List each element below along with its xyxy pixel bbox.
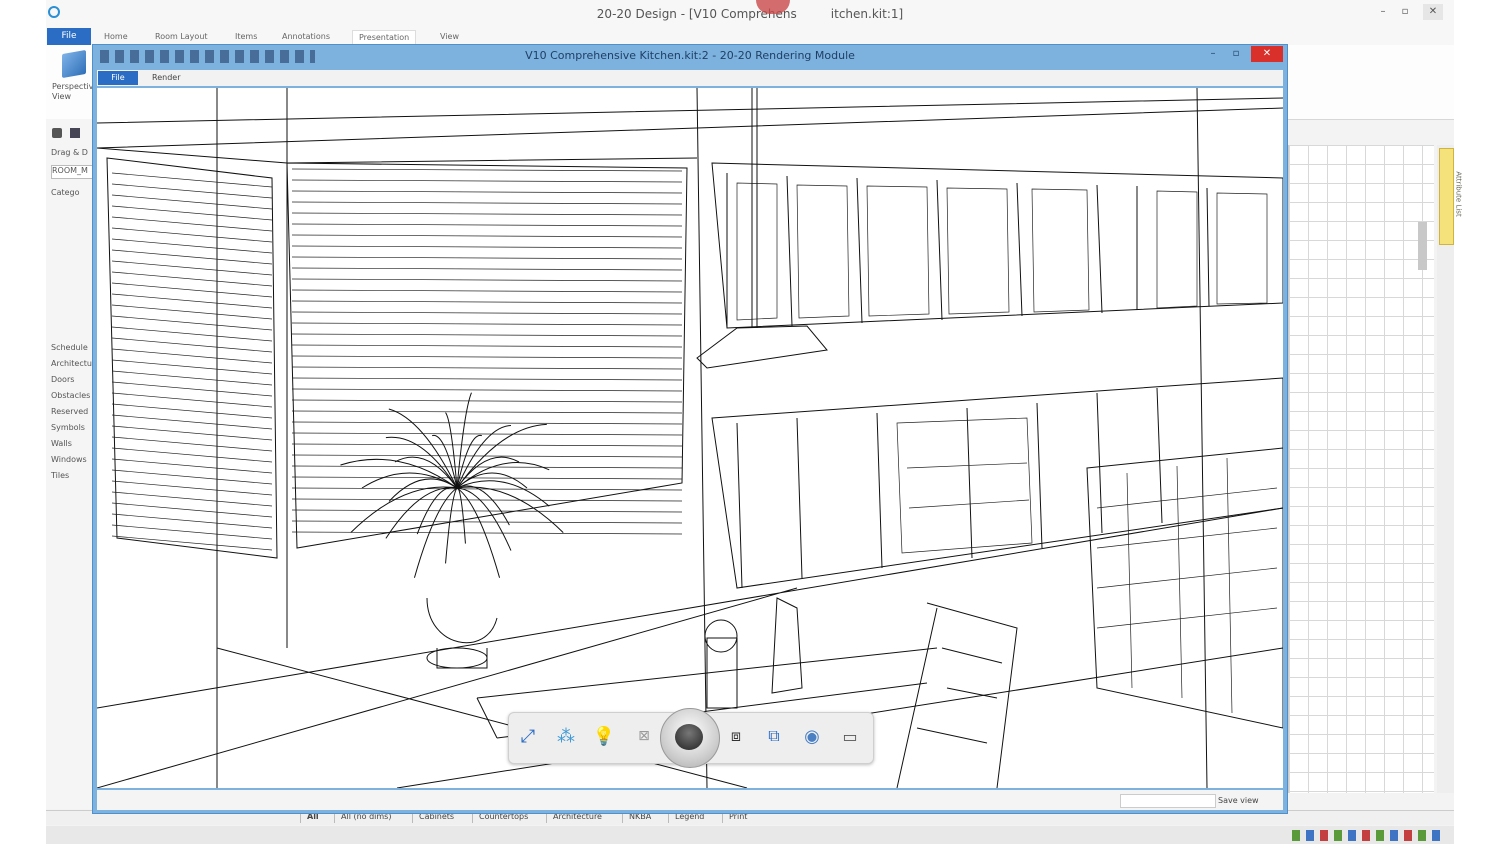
list-item[interactable]: Walls bbox=[51, 439, 72, 448]
render-maximize-button[interactable]: ▫ bbox=[1228, 48, 1244, 60]
zoom-extents-icon[interactable]: ⧈ bbox=[722, 722, 750, 750]
window-blinds bbox=[111, 168, 683, 551]
attribute-list-tab[interactable] bbox=[1439, 148, 1454, 245]
side-panel bbox=[46, 119, 98, 809]
list-item[interactable]: Symbols bbox=[51, 423, 85, 432]
app-title: 20-20 Design - [V10 Comprehens itchen.kit… bbox=[596, 7, 904, 21]
tab-view[interactable]: View bbox=[440, 30, 459, 44]
render-minimize-button[interactable]: – bbox=[1205, 48, 1221, 60]
walk-icon[interactable]: ⁂ bbox=[552, 722, 580, 750]
maximize-button[interactable]: ▫ bbox=[1395, 4, 1415, 20]
tab-home[interactable]: Home bbox=[104, 30, 128, 44]
orbit-center[interactable] bbox=[675, 724, 703, 750]
lock-icon[interactable] bbox=[52, 128, 62, 138]
save-icon[interactable] bbox=[70, 128, 80, 138]
wireframe-kitchen-scene bbox=[97, 88, 1283, 788]
list-item[interactable]: Windows bbox=[51, 455, 87, 464]
save-view-button[interactable]: Save view bbox=[1218, 796, 1259, 805]
fit-view-icon[interactable]: ⤢ bbox=[514, 722, 542, 750]
minimize-button[interactable]: – bbox=[1373, 4, 1393, 20]
render-title: V10 Comprehensive Kitchen.kit:2 - 20-20 … bbox=[525, 49, 855, 62]
scroll-thumb[interactable] bbox=[1418, 222, 1427, 270]
list-item[interactable]: Doors bbox=[51, 375, 74, 384]
list-item[interactable]: Obstacles bbox=[51, 391, 90, 400]
tab-annotations[interactable]: Annotations bbox=[282, 30, 330, 44]
list-item[interactable]: Architectu bbox=[51, 359, 92, 368]
list-item[interactable]: Tiles bbox=[51, 471, 69, 480]
render-mode-icon[interactable]: ▭ bbox=[836, 722, 864, 750]
zoom-icon[interactable]: ⊠ bbox=[630, 722, 658, 750]
rotate-icon[interactable]: ◉ bbox=[798, 722, 826, 750]
category-tree[interactable]: Catego bbox=[51, 188, 80, 197]
save-view-field[interactable] bbox=[1120, 794, 1216, 808]
status-icons bbox=[1292, 830, 1442, 841]
tab-room-layout[interactable]: Room Layout bbox=[155, 30, 208, 44]
perspective-view-label: Perspective View bbox=[52, 82, 99, 101]
render-close-button[interactable]: ✕ bbox=[1251, 46, 1283, 62]
render-tab-render[interactable]: Render bbox=[152, 71, 180, 85]
plan-grid[interactable] bbox=[1288, 145, 1434, 793]
render-viewport[interactable] bbox=[97, 88, 1283, 788]
room-field[interactable]: ROOM_M bbox=[51, 165, 95, 179]
perspective-view-icon[interactable] bbox=[62, 49, 86, 79]
list-item[interactable]: Reserved bbox=[51, 407, 88, 416]
tab-presentation[interactable]: Presentation bbox=[352, 30, 417, 45]
render-tabbar bbox=[97, 70, 1283, 86]
light-bulb-icon[interactable]: 💡 bbox=[590, 722, 618, 750]
drag-drop-label: Drag & D bbox=[51, 148, 88, 157]
list-item[interactable]: Schedule bbox=[51, 343, 88, 352]
file-tab[interactable]: File bbox=[47, 28, 91, 45]
camera-view-icon[interactable]: ⧉ bbox=[760, 722, 788, 750]
attribute-list-label: Attribute List bbox=[1454, 171, 1463, 217]
render-file-tab[interactable]: File bbox=[98, 71, 138, 85]
tab-items[interactable]: Items bbox=[235, 30, 257, 44]
status-bar bbox=[46, 826, 1454, 844]
close-button[interactable]: ✕ bbox=[1423, 4, 1443, 20]
palm-plant bbox=[340, 392, 564, 578]
render-statusbar bbox=[97, 790, 1283, 810]
